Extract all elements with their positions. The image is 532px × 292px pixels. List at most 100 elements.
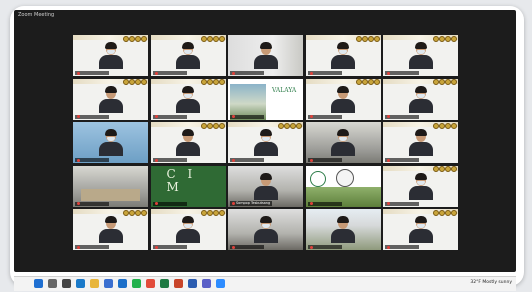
participant-name-bar <box>152 71 187 75</box>
seal-icon <box>361 79 368 85</box>
video-tile[interactable] <box>382 164 459 208</box>
seal-icon <box>206 122 213 129</box>
edge-icon[interactable] <box>76 279 85 288</box>
participant-name-bar <box>385 114 419 119</box>
participant-video <box>253 127 279 156</box>
seal-icon <box>296 122 302 129</box>
window-title: Zoom Meeting <box>18 12 55 18</box>
participant-name-bar <box>152 158 187 162</box>
video-tile[interactable]: Sompop Tesbutsang <box>227 164 304 208</box>
video-tile[interactable] <box>72 77 149 121</box>
video-tile[interactable] <box>382 208 459 251</box>
video-tile[interactable] <box>304 208 382 251</box>
participant-name-bar <box>307 71 342 75</box>
slide-letters: C I M <box>166 166 197 194</box>
participant-video <box>408 214 434 243</box>
participant-video <box>330 214 356 243</box>
participant-video <box>98 214 124 243</box>
participant-name-bar <box>75 201 109 206</box>
participant-video <box>408 171 434 200</box>
video-tile[interactable] <box>382 77 459 121</box>
task-view-icon[interactable] <box>62 279 71 288</box>
seal-icon <box>200 122 207 129</box>
slide-title: VALAYA <box>272 86 297 94</box>
start-icon[interactable] <box>34 279 43 288</box>
mail-icon[interactable] <box>118 279 127 288</box>
video-tile[interactable] <box>72 208 149 251</box>
video-tile[interactable]: C I M <box>149 164 227 208</box>
participant-name-bar <box>307 245 342 249</box>
participant-name: Sompop Tesbutsang <box>230 201 273 206</box>
video-tile[interactable] <box>149 121 227 164</box>
powerpoint-icon[interactable] <box>174 279 183 288</box>
participant-video <box>330 84 356 113</box>
shared-slide: C I M <box>150 165 226 207</box>
video-tile[interactable] <box>382 121 459 164</box>
video-tile[interactable] <box>149 34 227 77</box>
participant-video <box>175 84 201 113</box>
participant-video <box>330 40 356 69</box>
seal-icon <box>141 79 147 85</box>
participant-video <box>253 214 279 243</box>
seal-icon <box>200 209 207 216</box>
participant-name-bar <box>307 158 342 162</box>
participant-video <box>98 40 124 69</box>
seal-icon <box>200 79 207 85</box>
participant-name-bar <box>152 114 187 119</box>
video-tile[interactable] <box>72 34 149 77</box>
seal-icon <box>373 79 380 85</box>
teams-icon[interactable] <box>202 279 211 288</box>
participant-name-bar <box>152 201 187 206</box>
file-explorer-icon[interactable] <box>90 279 99 288</box>
video-tile[interactable] <box>227 208 304 251</box>
video-tile[interactable] <box>227 34 304 77</box>
participant-video <box>253 40 279 69</box>
participant-name-bar <box>75 114 109 119</box>
video-tile[interactable] <box>149 77 227 121</box>
video-tile[interactable] <box>382 34 459 77</box>
seal-icon <box>212 35 219 42</box>
line-icon[interactable] <box>132 279 141 288</box>
seal-icon <box>141 209 147 216</box>
video-tile[interactable] <box>304 77 382 121</box>
participant-video <box>253 171 279 200</box>
participant-name-bar <box>385 71 419 75</box>
store-icon[interactable] <box>104 279 113 288</box>
video-tile[interactable] <box>149 208 227 251</box>
logo-slide <box>305 165 381 207</box>
video-tile[interactable] <box>304 164 382 208</box>
search-icon[interactable] <box>48 279 57 288</box>
seal-icon <box>218 209 225 216</box>
participant-video <box>175 40 201 69</box>
participant-name-bar <box>230 245 264 249</box>
zoom-icon[interactable] <box>216 279 225 288</box>
participant-video <box>408 127 434 156</box>
taskbar: 32°F Mostly sunny <box>14 276 516 291</box>
seal-icon <box>373 35 380 42</box>
video-tile[interactable] <box>304 34 382 77</box>
video-tile[interactable]: VALAYA <box>227 77 304 121</box>
seal-icon <box>218 35 225 42</box>
participant-video <box>408 84 434 113</box>
video-tile[interactable] <box>304 121 382 164</box>
chrome-icon[interactable] <box>146 279 155 288</box>
meeting-window: Zoom Meeting VALAYA C I M Sompop Tesbutsan… <box>14 10 516 272</box>
participant-name-bar <box>307 201 342 206</box>
seal-icon <box>451 122 457 129</box>
participant-name-bar <box>230 158 264 162</box>
seal-icon <box>367 35 374 42</box>
word-icon[interactable] <box>188 279 197 288</box>
seal-icon <box>355 35 362 42</box>
excel-icon[interactable] <box>160 279 169 288</box>
video-tile[interactable] <box>72 121 149 164</box>
video-tile[interactable] <box>72 164 149 208</box>
participant-name-bar <box>385 245 419 249</box>
seal-icon <box>206 35 213 42</box>
video-tile[interactable] <box>227 121 304 164</box>
seal-icon <box>206 79 213 85</box>
participant-video <box>175 214 201 243</box>
participant-name-bar <box>385 201 419 206</box>
seal-icon <box>212 122 219 129</box>
seal-icon <box>200 35 207 42</box>
system-tray-weather[interactable]: 32°F Mostly sunny <box>470 280 512 285</box>
